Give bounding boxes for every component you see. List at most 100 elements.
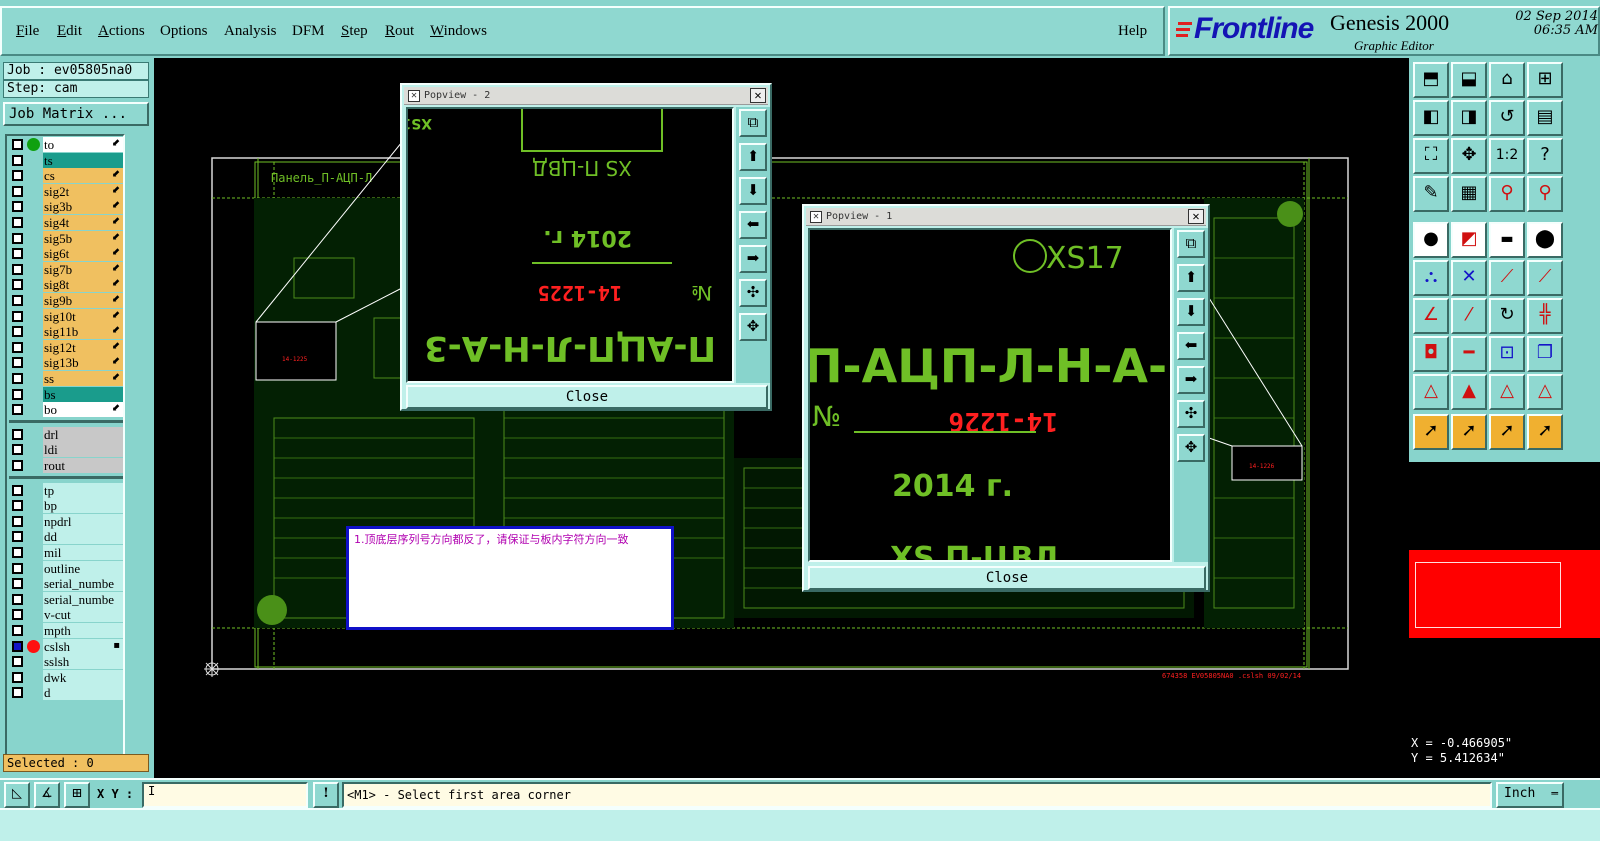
layer-checkbox[interactable] bbox=[12, 640, 23, 652]
layer-row-d[interactable]: d bbox=[9, 685, 123, 701]
tool-connect-icon[interactable]: ⚲ bbox=[1489, 176, 1525, 212]
layer-checkbox[interactable] bbox=[12, 609, 23, 621]
layer-row-to[interactable]: to ⬋ bbox=[9, 137, 123, 152]
layer-name[interactable]: mpth bbox=[43, 623, 123, 638]
popview-1-close-button[interactable]: Close bbox=[808, 566, 1206, 590]
layer-row-sig6t[interactable]: sig6t ⬋ bbox=[9, 246, 123, 262]
layer-row-sig12t[interactable]: sig12t ⬋ bbox=[9, 339, 123, 355]
tool-triangle-icon[interactable]: △ bbox=[1413, 374, 1449, 410]
layer-name[interactable]: serial_numbe bbox=[43, 591, 123, 607]
tool-pointer-3-icon[interactable]: ➚ bbox=[1489, 414, 1525, 450]
popview-2-window[interactable]: ✕ Popview - 2 ✕ XS10 XS П-ЦВД 2014 г. № … bbox=[400, 83, 772, 411]
tool-grid-icon[interactable]: ▦ bbox=[1451, 176, 1487, 212]
layer-checkbox[interactable] bbox=[12, 263, 23, 275]
layer-row-sig11b[interactable]: sig11b ⬋ bbox=[9, 324, 123, 340]
job-matrix-button[interactable]: Job Matrix ... bbox=[3, 102, 149, 126]
grid-snap-icon[interactable]: ⊞ bbox=[64, 782, 90, 808]
angle-snap-icon[interactable]: ∡ bbox=[34, 782, 60, 808]
tool-ruler-icon[interactable]: ▬ bbox=[1489, 222, 1525, 258]
tool-palette-icon[interactable]: ✎ bbox=[1413, 176, 1449, 212]
layer-name[interactable]: serial_numbe bbox=[43, 576, 123, 592]
layer-row-sig5b[interactable]: sig5b ⬋ bbox=[9, 230, 123, 246]
layer-checkbox[interactable] bbox=[12, 185, 23, 197]
layer-checkbox[interactable] bbox=[12, 341, 23, 353]
layer-row-serial_numbe[interactable]: serial_numbe bbox=[9, 591, 123, 607]
layer-checkbox[interactable] bbox=[12, 500, 23, 512]
layer-name[interactable]: drl bbox=[43, 426, 123, 442]
tool-diagonal-icon[interactable]: ◩ bbox=[1451, 222, 1487, 258]
tool-scale-1-2-icon[interactable]: 1:2 bbox=[1489, 138, 1525, 174]
tool-fit-icon[interactable]: ⛶ bbox=[1413, 138, 1449, 174]
overview-preview[interactable] bbox=[1409, 550, 1600, 638]
snap-icon[interactable]: ◺ bbox=[4, 782, 30, 808]
layer-row-sig13b[interactable]: sig13b ⬋ bbox=[9, 355, 123, 371]
layer-checkbox[interactable] bbox=[12, 671, 23, 683]
layer-name[interactable]: bs bbox=[43, 386, 123, 402]
layer-checkbox[interactable] bbox=[12, 232, 23, 244]
pv1-pan-down-icon[interactable]: ⬇ bbox=[1177, 298, 1205, 326]
layer-name[interactable]: npdrl bbox=[43, 513, 123, 529]
layer-checkbox[interactable] bbox=[12, 279, 23, 291]
menu-step[interactable]: Step bbox=[341, 23, 368, 40]
layer-row-sig2t[interactable]: sig2t ⬋ bbox=[9, 183, 123, 199]
tool-connect-2-icon[interactable]: ⚲ bbox=[1527, 176, 1563, 212]
pv2-pan-left-icon[interactable]: ⬅ bbox=[739, 211, 767, 239]
xy-input[interactable]: I bbox=[142, 782, 308, 808]
tool-pan-left-icon[interactable]: ◧ bbox=[1413, 100, 1449, 136]
layer-checkbox[interactable] bbox=[12, 170, 23, 182]
graphic-canvas[interactable]: Панель_П-АЦП-Л 14-1225 14-1226 674358 EV… bbox=[154, 58, 1409, 778]
tool-angle-icon[interactable]: ∠ bbox=[1413, 298, 1449, 334]
layer-checkbox[interactable] bbox=[12, 139, 23, 150]
tool-slash-icon[interactable]: ⁄ bbox=[1451, 298, 1487, 334]
pv2-pan-down-icon[interactable]: ⬇ bbox=[739, 177, 767, 205]
pv1-zoom-home-icon[interactable]: ⧉ bbox=[1177, 230, 1205, 258]
tool-triangle-4-icon[interactable]: △ bbox=[1527, 374, 1563, 410]
layer-name[interactable]: mil bbox=[43, 545, 123, 560]
tool-center-icon[interactable]: ✥ bbox=[1451, 138, 1487, 174]
pv2-zoom-home-icon[interactable]: ⧉ bbox=[739, 109, 767, 137]
layer-name[interactable]: ldi bbox=[43, 442, 123, 458]
menu-help[interactable]: Help bbox=[1118, 23, 1147, 40]
layer-row-dd[interactable]: dd bbox=[9, 529, 123, 545]
layer-checkbox[interactable] bbox=[12, 578, 23, 590]
tool-help-icon[interactable]: ? bbox=[1527, 138, 1563, 174]
tool-triangle-3-icon[interactable]: △ bbox=[1489, 374, 1525, 410]
popview-1-view[interactable]: XS17 П-АЦП-Л-Н-А-3 № 14-1226 2014 г. XS … bbox=[808, 228, 1172, 562]
layer-row-ss[interactable]: ss ⬋ bbox=[9, 371, 123, 386]
layer-checkbox[interactable] bbox=[12, 357, 23, 369]
popview-1-close-icon[interactable]: ✕ bbox=[1188, 209, 1204, 224]
layer-row-sig10t[interactable]: sig10t ⬋ bbox=[9, 308, 123, 324]
layer-row-bp[interactable]: bp bbox=[9, 498, 123, 514]
menu-rout[interactable]: Rout bbox=[385, 23, 414, 40]
layer-checkbox[interactable] bbox=[12, 625, 23, 636]
layer-checkbox[interactable] bbox=[12, 326, 23, 338]
tool-select-pad-icon[interactable]: ● bbox=[1413, 222, 1449, 258]
layer-row-ldi[interactable]: ldi bbox=[9, 442, 123, 458]
layer-checkbox[interactable] bbox=[12, 248, 23, 260]
popview-1-window[interactable]: ✕ Popview - 1 ✕ XS17 П-АЦП-Л-Н-А-3 № 14-… bbox=[802, 204, 1210, 592]
layer-checkbox[interactable] bbox=[12, 687, 23, 699]
tool-minus-icon[interactable]: ━ bbox=[1451, 336, 1487, 372]
tool-redraw-icon[interactable]: ↺ bbox=[1489, 100, 1525, 136]
layer-row-outline[interactable]: outline bbox=[9, 560, 123, 576]
tool-mirror-icon[interactable]: ╬ bbox=[1527, 298, 1563, 334]
layer-row-tp[interactable]: tp bbox=[9, 482, 123, 498]
tool-pointer-icon[interactable]: ➚ bbox=[1413, 414, 1449, 450]
alert-icon[interactable]: ! bbox=[313, 782, 339, 808]
layer-checkbox[interactable] bbox=[12, 484, 23, 496]
tool-home-icon[interactable]: ⌂ bbox=[1489, 62, 1525, 98]
layer-checkbox[interactable] bbox=[12, 460, 23, 471]
menu-windows[interactable]: Windows bbox=[430, 23, 487, 40]
layer-name[interactable]: ts bbox=[43, 152, 123, 168]
layer-name[interactable]: dd bbox=[43, 529, 123, 545]
pv1-zoom-out-icon[interactable]: ✥ bbox=[1177, 434, 1205, 462]
layer-name[interactable]: cslsh bbox=[43, 638, 123, 654]
annotation-note[interactable]: 1.顶底层序列号方向都反了，请保证与板内字符方向一致 bbox=[346, 526, 674, 630]
pv2-pan-right-icon[interactable]: ➡ bbox=[739, 245, 767, 273]
pv1-zoom-in-icon[interactable]: ✣ bbox=[1177, 400, 1205, 428]
tool-line-2-icon[interactable]: ⟋ bbox=[1527, 260, 1563, 296]
layer-row-sslsh[interactable]: sslsh bbox=[9, 654, 123, 670]
layer-checkbox[interactable] bbox=[12, 593, 23, 605]
layer-row-bo[interactable]: bo ⬋ bbox=[9, 402, 123, 418]
menu-edit[interactable]: Edit bbox=[57, 23, 82, 40]
